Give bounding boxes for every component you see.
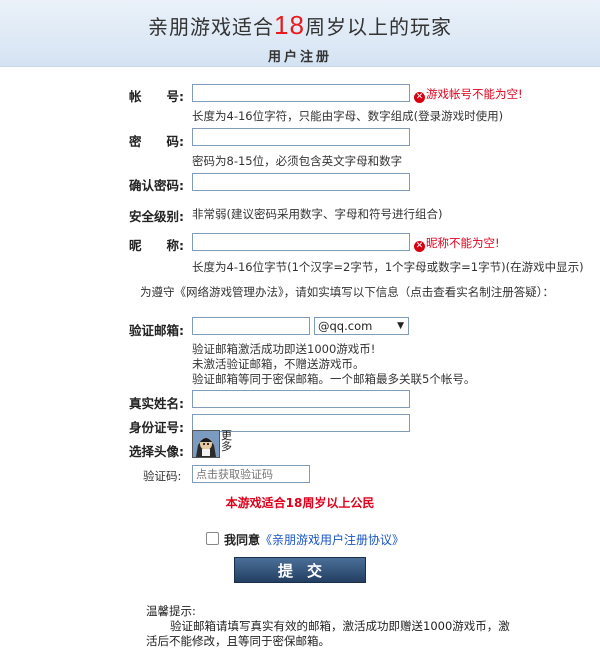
avatar-image[interactable] [192,430,220,458]
password-input[interactable] [192,128,410,146]
realname-input[interactable] [192,390,410,408]
account-hint: 长度为4-16位字符，只能由字母、数字组成(登录游戏时使用) [192,109,504,123]
confirm-password-input[interactable] [192,173,410,191]
password-hint: 密码为8-15位，必须包含英文字母和数字 [192,154,403,168]
error-icon: ✕ [414,92,425,103]
account-label: 帐 号: [129,89,184,104]
agree-row: 我同意《亲朋游戏用户注册协议》 [206,531,404,548]
realname-label: 真实姓名: [129,396,184,411]
nickname-label: 昵 称: [129,238,184,253]
idcard-label: 身份证号: [129,420,184,435]
more-avatars-link[interactable]: 更多 [221,430,233,452]
captcha-label: 验证码: [143,469,182,483]
email-domain-select[interactable]: @qq.com ▼ [314,317,409,335]
security-level-label: 安全级别: [129,209,184,224]
email-hint-3: 验证邮箱等同于密保邮箱。一个邮箱最多关联5个帐号。 [192,372,476,386]
real-name-notice[interactable]: 为遵守《网络游戏管理办法》，请如实填写以下信息（点击查看实名制注册答疑）： [140,284,554,300]
security-level-value: 非常弱(建议密码采用数字、字母和符号进行组合) [192,207,443,221]
email-label: 验证邮箱: [129,323,184,338]
password-label: 密 码: [129,134,184,149]
tips-line-1: 验证邮箱请填写真实有效的邮箱，激活成功即赠送1000游戏币，激 [170,619,510,633]
agree-checkbox[interactable] [206,532,219,545]
email-hint-1: 验证邮箱激活成功即送1000游戏币! [192,342,376,356]
tips-title: 温馨提示: [146,604,196,618]
page-title: 亲朋游戏适合18周岁以上的玩家 [148,10,452,40]
agreement-link[interactable]: 《亲朋游戏用户注册协议》 [260,533,404,547]
captcha-input[interactable] [192,465,310,483]
email-input[interactable] [192,317,310,335]
chevron-down-icon: ▼ [397,321,404,331]
avatar-icon [193,431,219,457]
page-subtitle: 用户注册 [267,50,332,65]
confirm-password-label: 确认密码: [129,178,184,193]
avatar-label: 选择头像: [129,444,184,459]
email-hint-2: 未激活验证邮箱，不赠送游戏币。 [192,357,365,371]
nickname-hint: 长度为4-16位字节(1个汉字=2字节，1个字母或数字=1字节)(在游戏中显示) [192,260,584,274]
tips-line-2: 活后不能修改，且等同于密保邮箱。 [146,634,330,648]
submit-button[interactable]: 提交 [234,557,366,583]
nickname-input[interactable] [192,233,410,251]
age-notice: 本游戏适合18周岁以上公民 [225,496,375,510]
error-icon: ✕ [414,241,425,252]
nickname-error: ✕ 昵称不能为空! [414,236,500,252]
account-error: ✕ 游戏帐号不能为空! [414,87,523,103]
agree-label: 我同意 [224,533,261,547]
account-input[interactable] [192,84,410,102]
age-number: 18 [274,10,305,40]
page-header: 亲朋游戏适合18周岁以上的玩家 用户注册 [0,0,600,67]
